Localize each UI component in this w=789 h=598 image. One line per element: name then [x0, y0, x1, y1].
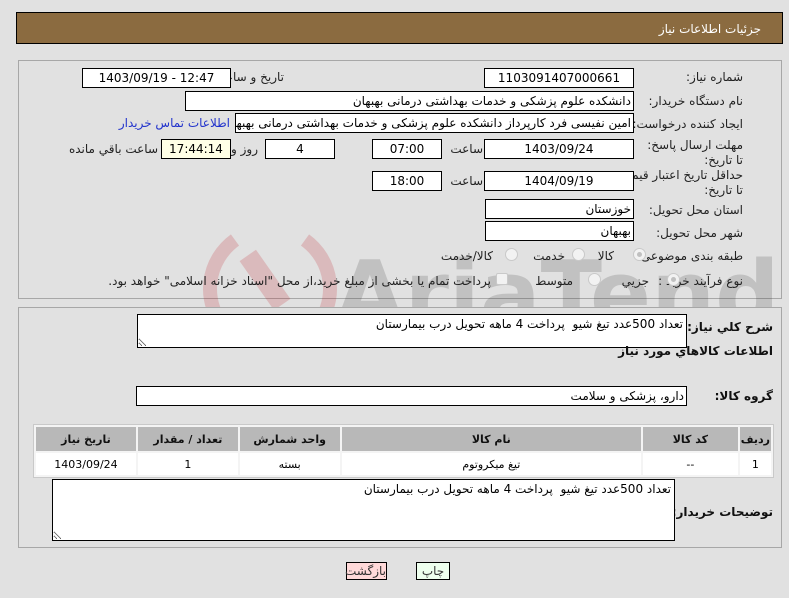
- delivery-city-label: شهر محل تحویل:: [656, 226, 743, 240]
- category-label: طبقه بندی موضوعی:: [636, 249, 743, 263]
- reply-deadline-time-field: 07:00: [372, 139, 442, 159]
- goods-table-header: رديف کد کالا نام کالا واحد شمارش تعداد /…: [36, 427, 771, 451]
- page-title: جزئیات اطلاعات نیاز: [658, 22, 761, 36]
- col-header-unit: واحد شمارش: [239, 427, 340, 451]
- purchase-type-option-minor: جزیي: [621, 274, 649, 288]
- cell-row-number: 1: [739, 453, 771, 475]
- reply-deadline-date-field: 1403/09/24: [484, 139, 634, 159]
- need-number-field: 1103091407000661: [484, 68, 634, 88]
- cell-need-date: 1403/09/24: [36, 453, 136, 475]
- category-option-service: خدمت: [533, 249, 565, 263]
- category-radio-goods-service[interactable]: [505, 248, 518, 261]
- description-textarea[interactable]: تعداد 500عدد تیغ شیو پرداخت 4 ماهه تحویل…: [137, 314, 687, 348]
- delivery-province-label: استان محل تحویل:: [648, 203, 743, 217]
- delivery-province-field: خوزستان: [485, 199, 634, 219]
- category-option-goods-service: کالا/خدمت: [440, 249, 493, 263]
- goods-group-label: گروه کالا:: [714, 389, 773, 403]
- time-remaining-label: ساعت باقي مانده: [68, 142, 158, 156]
- col-header-need-date: تاریخ نیاز: [36, 427, 136, 451]
- price-validity-time-label: ساعت: [450, 174, 483, 188]
- cell-unit: بسته: [239, 453, 340, 475]
- page-header: جزئیات اطلاعات نیاز: [16, 12, 783, 44]
- announce-datetime-field: 1403/09/19 - 12:47: [82, 68, 231, 88]
- cell-goods-name: تیغ میکروتوم: [341, 453, 641, 475]
- purchase-type-radio-medium[interactable]: [588, 273, 601, 286]
- price-validity-date-field: 1404/09/19: [484, 171, 634, 191]
- treasury-bonds-label: پرداخت تمام یا بخشی از مبلغ خرید،از محل …: [108, 274, 491, 288]
- cell-goods-code: --: [642, 453, 738, 475]
- days-remaining-field: 4: [265, 139, 335, 159]
- goods-section-title: اطلاعات کالاهاي مورد نياز: [618, 344, 773, 358]
- reply-deadline-time-label: ساعت: [450, 142, 483, 156]
- back-button[interactable]: بازگشت: [345, 562, 387, 580]
- buyer-org-label: نام دستگاه خريدار:: [648, 94, 744, 108]
- col-header-quantity: تعداد / مقدار: [137, 427, 238, 451]
- buyer-notes-label: توضیحات خریدار:: [671, 505, 773, 519]
- col-header-goods-code: کد کالا: [642, 427, 738, 451]
- buyer-contact-link[interactable]: اطلاعات تماس خريدار: [119, 116, 230, 130]
- price-validity-time-field: 18:00: [372, 171, 442, 191]
- table-row: 1 -- تیغ میکروتوم بسته 1 1403/09/24: [36, 453, 771, 475]
- goods-group-field: دارو، پزشکی و سلامت: [136, 386, 687, 406]
- purchase-type-option-medium: متوسط: [535, 274, 573, 288]
- category-option-goods: کالا: [597, 249, 614, 263]
- time-remaining-countdown: 17:44:14: [161, 139, 231, 159]
- requester-label: ایجاد کننده درخواست:: [632, 117, 743, 131]
- description-label: شرح کلي نياز:: [687, 320, 773, 334]
- print-button[interactable]: چاپ: [416, 562, 450, 580]
- goods-table: رديف کد کالا نام کالا واحد شمارش تعداد /…: [33, 424, 774, 478]
- col-header-row-number: رديف: [739, 427, 771, 451]
- cell-quantity: 1: [137, 453, 238, 475]
- treasury-bonds-checkbox[interactable]: [496, 273, 508, 285]
- buyer-notes-textarea[interactable]: تعداد 500عدد تیغ شیو پرداخت 4 ماهه تحویل…: [52, 479, 675, 541]
- delivery-city-field: بهبهان: [485, 221, 634, 241]
- days-label: روز و: [231, 142, 258, 156]
- category-radio-service[interactable]: [572, 248, 585, 261]
- purchase-type-radio-minor[interactable]: [667, 273, 680, 286]
- col-header-goods-name: نام کالا: [341, 427, 641, 451]
- need-number-label: شماره نیاز:: [686, 70, 743, 84]
- reply-deadline-label: مهلت ارسال پاسخ: تا تاریخ:: [647, 138, 743, 167]
- category-radio-goods[interactable]: [633, 248, 646, 261]
- buyer-org-field: دانشکده علوم پزشکی و خدمات بهداشتی درمان…: [185, 91, 634, 111]
- requester-field: امین نفیسی فرد کارپرداز دانشکده علوم پزش…: [235, 113, 634, 133]
